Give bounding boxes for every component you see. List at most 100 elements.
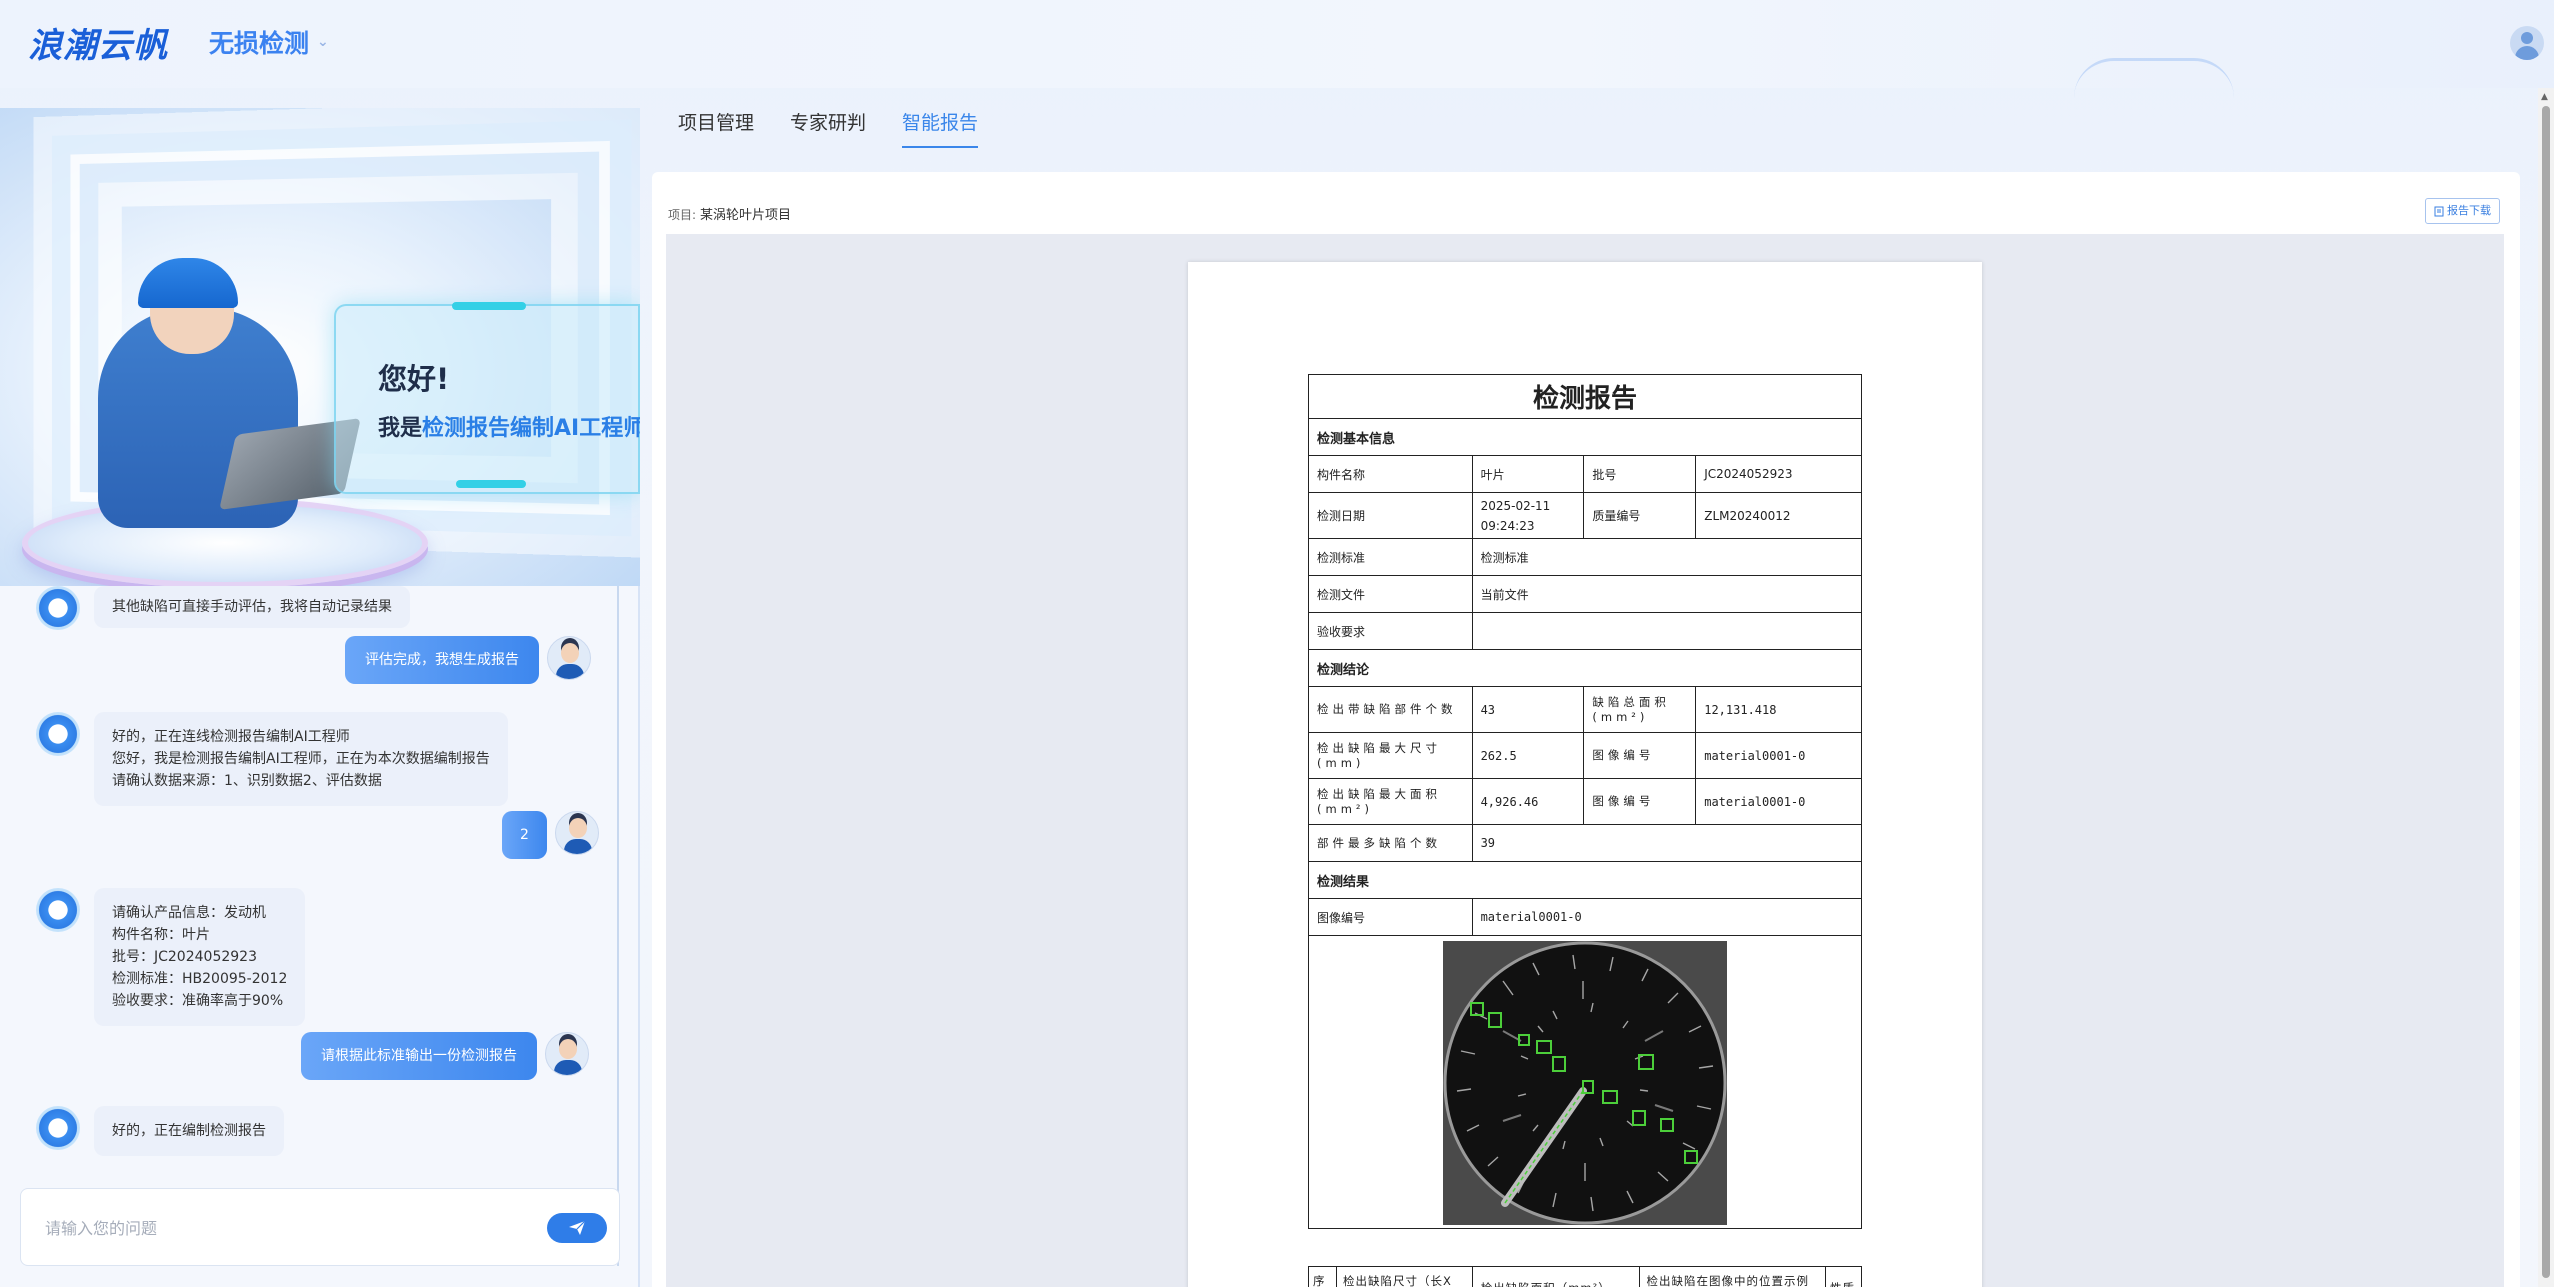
cell-value: material0001-0 <box>1695 732 1862 779</box>
cell-label: 图像编号 <box>1583 732 1697 779</box>
cell-value: material0001-0 <box>1695 778 1862 825</box>
cell-label: 检测日期 <box>1308 492 1473 539</box>
defect-detail-table: 序号 检出缺陷尺寸（长X宽，mm） 检出缺陷面积（mm²） 检出缺陷在图像中的位… <box>1308 1266 1862 1287</box>
col-header-area: 检出缺陷面积（mm²） <box>1471 1266 1641 1287</box>
date-value: 2025-02-11 <box>1480 498 1551 513</box>
app-name[interactable]: 无损检测 <box>209 24 309 60</box>
cell-label: 缺陷总面积(mm²) <box>1583 686 1697 733</box>
cell-value <box>1471 612 1863 650</box>
defect-image-cell <box>1308 935 1862 1229</box>
user-avatar-icon <box>554 811 599 855</box>
user-avatar-icon <box>547 636 591 680</box>
user-avatar-icon[interactable] <box>2510 26 2544 60</box>
cell-label: 检出带缺陷部件个数 <box>1308 686 1473 733</box>
cell-value: 12,131.418 <box>1695 686 1862 733</box>
cell-label: 检测文件 <box>1308 575 1473 613</box>
chat-message-bot: 好的，正在编制检测报告 <box>36 1106 284 1156</box>
report-preview[interactable]: 检测报告 检测基本信息 构件名称 叶片 批号 JC2024052923 检测日期… <box>666 234 2504 1287</box>
assistant-intro: 我是检测报告编制AI工程师 <box>378 410 640 442</box>
cell-value: material0001-0 <box>1471 898 1863 936</box>
chat-message-bot: 请确认产品信息：发动机 构件名称：叶片 批号：JC2024052923 检测标准… <box>36 888 306 1026</box>
cell-label: 检测标准 <box>1308 538 1473 576</box>
tab-smart-report[interactable]: 智能报告 <box>902 108 979 148</box>
cell-value: 43 <box>1471 686 1585 733</box>
col-header-nature: 性质 <box>1825 1266 1862 1287</box>
project-prefix: 项目: <box>668 208 697 222</box>
report-table: 检测报告 检测基本信息 构件名称 叶片 批号 JC2024052923 检测日期… <box>1308 374 1863 1229</box>
bot-avatar-icon <box>36 888 80 932</box>
chat-input[interactable] <box>45 1213 525 1243</box>
cell-label: 部件最多缺陷个数 <box>1308 824 1473 862</box>
chat-message-bot: 其他缺陷可直接手动评估，我将自动记录结果 <box>36 586 410 630</box>
bot-bubble: 好的，正在连线检测报告编制AI工程师 您好，我是检测报告编制AI工程师，正在为本… <box>94 712 508 806</box>
project-label: 项目: 某涡轮叶片项目 <box>668 204 791 223</box>
bot-avatar-icon <box>36 586 80 630</box>
scrollbar-thumb[interactable] <box>2542 106 2550 1278</box>
document-download-icon <box>2434 206 2444 216</box>
cell-value: 4,926.46 <box>1471 778 1585 825</box>
top-tabs: 项目管理 专家研判 智能报告 <box>678 108 979 148</box>
download-label[interactable]: 报告下载 <box>2447 199 2491 223</box>
cell-value: 叶片 <box>1471 455 1585 493</box>
cell-label: 检出缺陷最大面积(mm²) <box>1308 778 1473 825</box>
chat-message-bot: 好的，正在连线检测报告编制AI工程师 您好，我是检测报告编制AI工程师，正在为本… <box>36 712 508 806</box>
tab-expert-review[interactable]: 专家研判 <box>790 108 866 148</box>
chat-scrollbar[interactable] <box>617 586 619 1266</box>
user-bubble: 请根据此标准输出一份检测报告 <box>301 1032 537 1080</box>
cell-value: 检测标准 <box>1471 538 1863 576</box>
col-header-seq: 序号 <box>1308 1266 1337 1287</box>
time-value: 09:24:23 <box>1480 518 1535 533</box>
bot-bubble: 请确认产品信息：发动机 构件名称：叶片 批号：JC2024052923 检测标准… <box>94 888 306 1026</box>
cell-label: 构件名称 <box>1308 455 1473 493</box>
col-header-size: 检出缺陷尺寸（长X宽，mm） <box>1335 1266 1473 1287</box>
intro-highlight: 检测报告编制AI工程师 <box>422 416 640 441</box>
bot-avatar-icon <box>36 712 80 756</box>
send-icon <box>569 1220 586 1235</box>
chevron-down-icon[interactable]: ⌄ <box>317 34 329 50</box>
assistant-panel: 您好! 我是检测报告编制AI工程师 其他缺陷可直接手动评估，我将自动记录结果 评… <box>0 108 640 1287</box>
greeting-glass-panel <box>334 304 640 494</box>
report-card: 项目: 某涡轮叶片项目 报告下载 检测报告 检测基本信息 构件名称 叶片 批号 J… <box>652 172 2520 1287</box>
cell-label: 图像编号 <box>1583 778 1697 825</box>
defect-detection-image[interactable] <box>1443 940 1727 1225</box>
user-bubble: 2 <box>502 811 547 859</box>
cell-label: 图像编号 <box>1308 898 1473 936</box>
project-name: 某涡轮叶片项目 <box>700 208 792 223</box>
cell-value: JC2024052923 <box>1695 455 1862 493</box>
glass-accent-bar <box>456 480 526 488</box>
cell-label: 验收要求 <box>1308 612 1473 650</box>
assistant-hero-banner: 您好! 我是检测报告编制AI工程师 <box>0 108 640 586</box>
intro-prefix: 我是 <box>378 416 423 441</box>
app-switcher[interactable]: 无损检测 ⌄ <box>209 24 329 60</box>
xray-disc-image <box>1443 940 1727 1225</box>
send-button[interactable] <box>547 1213 607 1243</box>
bot-bubble: 其他缺陷可直接手动评估，我将自动记录结果 <box>94 586 410 628</box>
window-scrollbar[interactable]: ▲ <box>2538 88 2554 1287</box>
chat-input-box <box>20 1188 620 1266</box>
report-page: 检测报告 检测基本信息 构件名称 叶片 批号 JC2024052923 检测日期… <box>1188 262 1982 1287</box>
glass-accent-bar <box>452 302 526 310</box>
top-header: 浪潮云帆 无损检测 ⌄ <box>0 0 2554 88</box>
cell-label: 质量编号 <box>1583 492 1697 539</box>
section-result: 检测结果 <box>1308 861 1862 899</box>
cell-value: 2025-02-11 09:24:23 <box>1471 492 1585 539</box>
user-avatar-icon <box>545 1032 589 1076</box>
report-download-button[interactable]: 报告下载 <box>2425 198 2500 224</box>
cell-value: 39 <box>1471 824 1863 862</box>
user-bubble: 评估完成，我想生成报告 <box>345 636 539 684</box>
bot-bubble: 好的，正在编制检测报告 <box>94 1106 284 1156</box>
chat-history[interactable]: 其他缺陷可直接手动评估，我将自动记录结果 评估完成，我想生成报告 好的，正在连线… <box>0 586 620 1287</box>
cell-value: 当前文件 <box>1471 575 1863 613</box>
greeting-title: 您好! <box>378 362 450 396</box>
col-header-position: 检出缺陷在图像中的位置示例周实际距离 <box>1639 1266 1826 1287</box>
tab-project-management[interactable]: 项目管理 <box>678 108 754 148</box>
chat-message-user: 2 <box>502 811 599 859</box>
scroll-up-icon[interactable]: ▲ <box>2541 92 2548 102</box>
brand-logo[interactable]: 浪潮云帆 <box>28 18 168 67</box>
cell-value: ZLM20240012 <box>1695 492 1862 539</box>
chat-message-user: 评估完成，我想生成报告 <box>345 636 591 684</box>
report-title: 检测报告 <box>1308 374 1862 419</box>
chat-message-user: 请根据此标准输出一份检测报告 <box>301 1032 589 1080</box>
header-decoration <box>2074 58 2234 98</box>
cell-label: 批号 <box>1583 455 1697 493</box>
